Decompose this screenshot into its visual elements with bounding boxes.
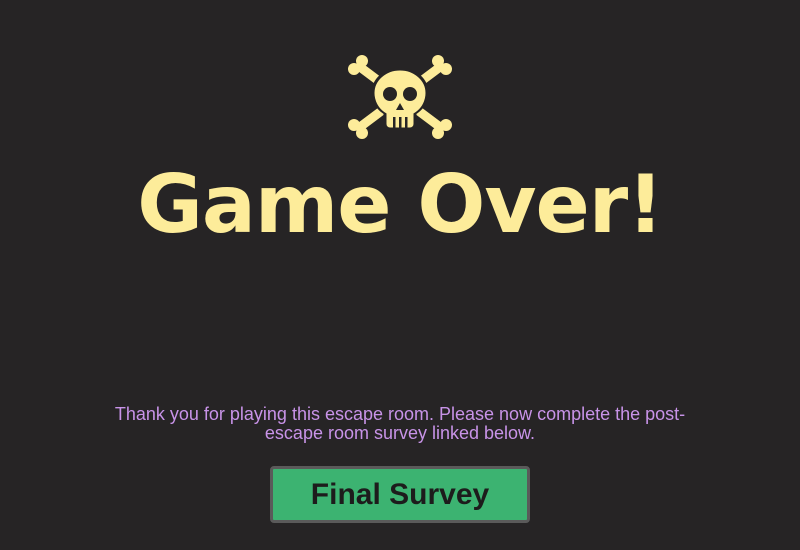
game-over-title: Game Over!	[137, 158, 663, 251]
thank-you-message: Thank you for playing this escape room. …	[114, 404, 686, 443]
final-survey-button[interactable]: Final Survey	[270, 466, 530, 523]
skull-and-crossbones-icon	[348, 55, 452, 139]
game-over-screen: Game Over! Thank you for playing this es…	[0, 0, 800, 550]
